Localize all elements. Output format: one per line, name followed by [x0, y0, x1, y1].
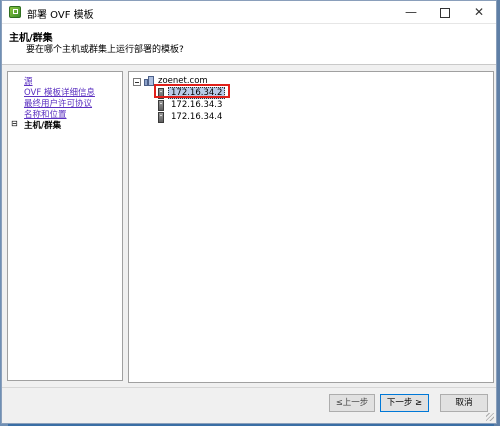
footer-divider: [2, 387, 496, 388]
page-subtitle: 要在哪个主机或群集上运行部署的模板?: [26, 45, 184, 55]
maximize-button[interactable]: [428, 1, 462, 23]
title-bar[interactable]: 部署 OVF 模板 — ✕: [2, 1, 496, 24]
datacenter-icon: [144, 76, 154, 86]
previous-button[interactable]: ≤上一步: [329, 394, 375, 412]
minimize-button[interactable]: —: [394, 1, 428, 23]
window-title: 部署 OVF 模板: [27, 10, 94, 21]
deploy-ovf-dialog: 部署 OVF 模板 — ✕ 主机/群集 要在哪个主机或群集上运行部署的模板? 源…: [1, 0, 497, 424]
collapse-toggle-icon[interactable]: [133, 78, 141, 86]
next-button[interactable]: 下一步 ≥: [380, 394, 429, 412]
wizard-header: 主机/群集 要在哪个主机或群集上运行部署的模板?: [2, 24, 496, 65]
tree-host-item[interactable]: 172.16.34.4: [171, 112, 222, 122]
tree-host-item[interactable]: 172.16.34.3: [171, 100, 222, 110]
host-server-icon: [158, 112, 164, 123]
current-step-marker-icon: ⊟: [11, 119, 18, 128]
maximize-icon: [440, 7, 450, 18]
host-cluster-tree: zoenet.com 172.16.34.2 172.16.34.3 172.1…: [128, 71, 494, 383]
step-current-host-cluster: 主机/群集: [24, 121, 62, 131]
vsphere-app-icon: [9, 6, 21, 18]
resize-grip-icon[interactable]: [486, 413, 494, 421]
host-server-icon: [158, 100, 164, 111]
cancel-button[interactable]: 取消: [440, 394, 488, 412]
highlight-annotation-box: [154, 84, 230, 98]
wizard-steps-pane: 源 OVF 模板详细信息 最终用户许可协议 名称和位置 ⊟ 主机/群集: [7, 71, 123, 381]
close-button[interactable]: ✕: [462, 1, 496, 23]
